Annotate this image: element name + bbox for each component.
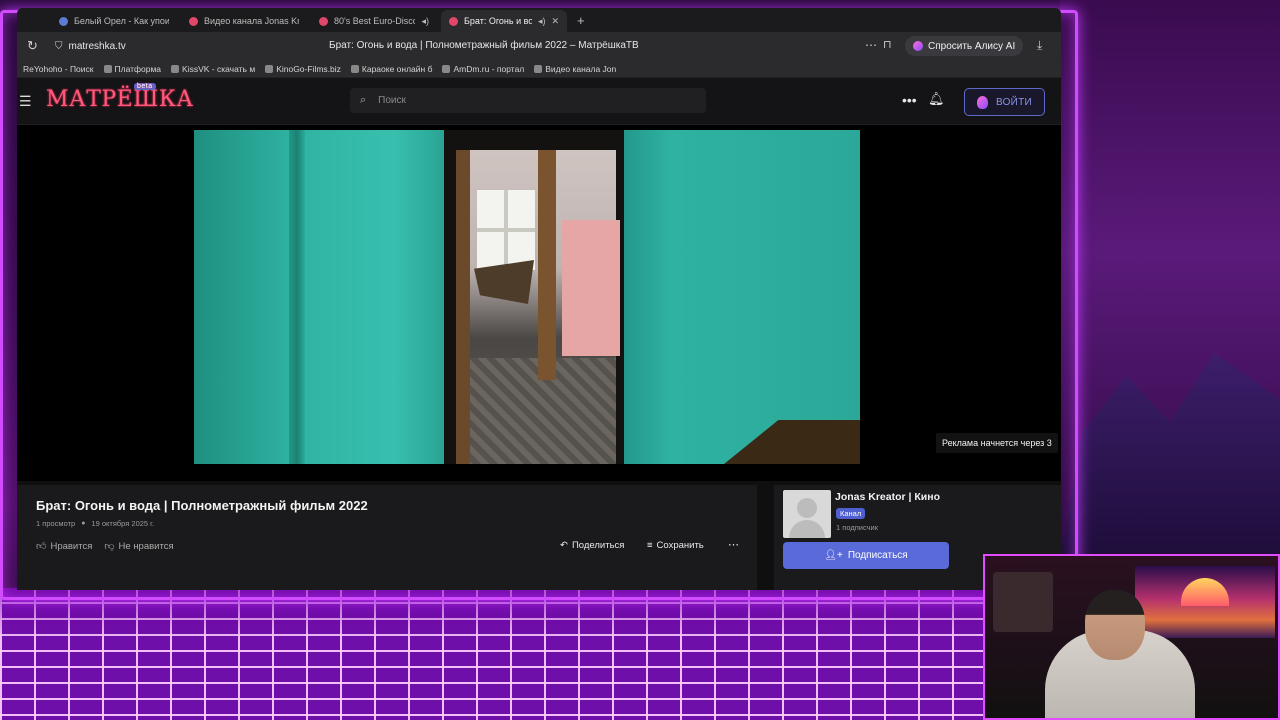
tab-favicon-icon bbox=[319, 16, 328, 26]
reload-icon[interactable]: ↻ bbox=[27, 38, 47, 54]
tab-1[interactable]: Белый Орел - Как упоите bbox=[51, 10, 177, 32]
logo-text: МАТРЁШКА bbox=[46, 87, 194, 112]
bookmark-favicon-icon bbox=[265, 64, 274, 73]
tab-3[interactable]: 80's Best Euro-Disco, Sym ◂) bbox=[311, 10, 437, 32]
bookmark-favicon-icon bbox=[534, 64, 543, 73]
like-button[interactable]: 👍︎ Нравится bbox=[36, 540, 93, 553]
dislike-label: Не нравится bbox=[118, 540, 174, 552]
search-input[interactable] bbox=[378, 95, 659, 106]
tab-label: Видео канала Jonas Kreat bbox=[204, 16, 299, 26]
thumbs-up-icon: 👍︎ bbox=[36, 541, 47, 552]
ask-alice-button[interactable]: Спросить Алису AI bbox=[905, 36, 1024, 56]
scene-wall-seam bbox=[289, 130, 305, 464]
tab-favicon-icon bbox=[449, 16, 458, 26]
login-button[interactable]: ВОЙТИ bbox=[964, 88, 1045, 116]
avatar-head bbox=[797, 498, 817, 518]
video-player[interactable]: Реклама начнется через 3 bbox=[17, 125, 1061, 481]
ask-alice-label: Спросить Алису AI bbox=[928, 40, 1016, 52]
view-count: 1 просмотр bbox=[36, 519, 76, 528]
save-button[interactable]: ≡ Сохранить bbox=[647, 540, 704, 551]
channel-name[interactable]: Jonas Kreator | Кино bbox=[835, 491, 940, 503]
shield-icon[interactable]: ⛉ bbox=[55, 41, 63, 52]
scene-pink-wall bbox=[562, 220, 620, 356]
scene-right-wall bbox=[624, 130, 860, 464]
upload-date: 19 октября 2025 г. bbox=[91, 519, 155, 528]
avatar-body bbox=[789, 520, 825, 538]
bookmark-favicon-icon bbox=[171, 64, 180, 73]
speaker-icon[interactable]: ◂) bbox=[421, 16, 429, 27]
subscribe-label: Подписаться bbox=[847, 550, 908, 561]
bookmark-item[interactable]: ReYohoho - Поиск bbox=[23, 64, 94, 74]
menu-icon[interactable]: ☰ bbox=[19, 93, 32, 110]
channel-badge: Канал bbox=[836, 508, 866, 519]
bookmark-favicon-icon bbox=[442, 64, 451, 73]
share-label: Поделиться bbox=[571, 540, 625, 551]
meta-separator: ● bbox=[81, 520, 86, 527]
tab-favicon-icon bbox=[59, 16, 68, 26]
scene-left-wall bbox=[194, 130, 444, 464]
tab-strip: Белый Орел - Как упоите Видео канала Jon… bbox=[17, 8, 1061, 32]
share-icon: ↶ bbox=[560, 540, 568, 551]
video-info-panel: Брат: Огонь и вода | Полнометражный филь… bbox=[17, 485, 757, 590]
bookmark-item[interactable]: Платформа bbox=[103, 64, 161, 74]
webcam-overlay bbox=[983, 554, 1280, 720]
tab-2[interactable]: Видео канала Jonas Kreat bbox=[181, 10, 307, 32]
user-icon bbox=[976, 95, 988, 109]
login-label: ВОЙТИ bbox=[995, 96, 1033, 108]
browser-window: Белый Орел - Как упоите Видео канала Jon… bbox=[17, 8, 1061, 590]
webcam-person-head bbox=[1085, 590, 1145, 660]
bookmark-item[interactable]: Видео канала Jon bbox=[534, 64, 616, 74]
ad-countdown-notice: Реклама начнется через 3 bbox=[936, 433, 1058, 453]
more-actions-icon[interactable]: ⋯ bbox=[728, 538, 739, 551]
close-tab-icon[interactable]: ✕ bbox=[551, 16, 559, 27]
subscriber-count: 1 подписчик bbox=[836, 523, 878, 532]
video-meta: 1 просмотр ● 19 октября 2025 г. bbox=[36, 519, 154, 528]
video-frame[interactable] bbox=[194, 130, 860, 464]
scene-door-post bbox=[456, 150, 470, 464]
site-logo[interactable]: МАТРЁШКА beta bbox=[46, 83, 194, 112]
bookmarks-bar: ReYohoho - Поиск Платформа KissVK - скач… bbox=[17, 60, 1061, 78]
speaker-icon[interactable]: ◂) bbox=[538, 16, 546, 27]
scene-window bbox=[477, 190, 535, 270]
download-icon[interactable]: ⤓ bbox=[1037, 38, 1042, 53]
rating-actions: 👍︎ Нравится 👎︎ Не нравится bbox=[36, 540, 174, 553]
like-label: Нравится bbox=[50, 540, 93, 552]
more-menu-icon[interactable]: ••• bbox=[902, 92, 917, 108]
playlist-add-icon: ≡ bbox=[647, 540, 653, 551]
bookmark-item[interactable]: AmDm.ru - портал bbox=[442, 64, 524, 74]
add-user-icon: 👤︎+ bbox=[824, 550, 843, 561]
tab-4-active[interactable]: Брат: Огонь и вода | П ◂) ✕ bbox=[441, 10, 567, 32]
bookmark-favicon-icon bbox=[103, 64, 112, 73]
bookmark-item[interactable]: KinoGo-Films.biz bbox=[265, 64, 341, 74]
dislike-button[interactable]: 👎︎ Не нравится bbox=[104, 540, 174, 553]
more-icon[interactable]: ⋯ bbox=[865, 38, 877, 52]
new-tab-button[interactable]: + bbox=[571, 10, 591, 32]
webcam-shelf bbox=[993, 572, 1053, 632]
tab-label: Белый Орел - Как упоите bbox=[74, 16, 169, 26]
beta-badge: beta bbox=[134, 83, 156, 90]
tab-favicon-icon bbox=[189, 16, 198, 26]
subscribe-button[interactable]: 👤︎+ Подписаться bbox=[783, 542, 949, 569]
bookmark-item[interactable]: Караоке онлайн б bbox=[350, 64, 432, 74]
alice-icon bbox=[913, 41, 923, 51]
search-box[interactable]: ⌕ bbox=[350, 88, 706, 113]
bookmark-favicon-icon bbox=[350, 64, 359, 73]
save-label: Сохранить bbox=[656, 540, 704, 551]
bookmark-icon[interactable]: ⊓ bbox=[883, 38, 892, 51]
url-domain[interactable]: matreshka.tv bbox=[69, 41, 126, 52]
page-title: Брат: Огонь и вода | Полнометражный филь… bbox=[329, 40, 639, 51]
thumbs-down-icon: 👎︎ bbox=[104, 541, 115, 552]
scene-door-post bbox=[538, 150, 556, 380]
bookmark-item[interactable]: KissVK - скачать м bbox=[171, 64, 255, 74]
channel-avatar[interactable] bbox=[783, 490, 831, 538]
scene-floor bbox=[456, 358, 616, 464]
tab-label: 80's Best Euro-Disco, Sym bbox=[334, 16, 416, 26]
tab-label: Брат: Огонь и вода | П bbox=[464, 16, 532, 26]
site-header: ☰ МАТРЁШКА beta ⌕ ••• 🔔︎ ВОЙТИ bbox=[17, 78, 1061, 125]
bell-icon[interactable]: 🔔︎ bbox=[928, 91, 945, 107]
address-bar: ↻ ⛉ matreshka.tv Брат: Огонь и вода | По… bbox=[17, 32, 1061, 60]
search-icon: ⌕ bbox=[360, 94, 367, 106]
video-title: Брат: Огонь и вода | Полнометражный филь… bbox=[36, 498, 368, 513]
share-button[interactable]: ↶ Поделиться bbox=[560, 540, 624, 551]
